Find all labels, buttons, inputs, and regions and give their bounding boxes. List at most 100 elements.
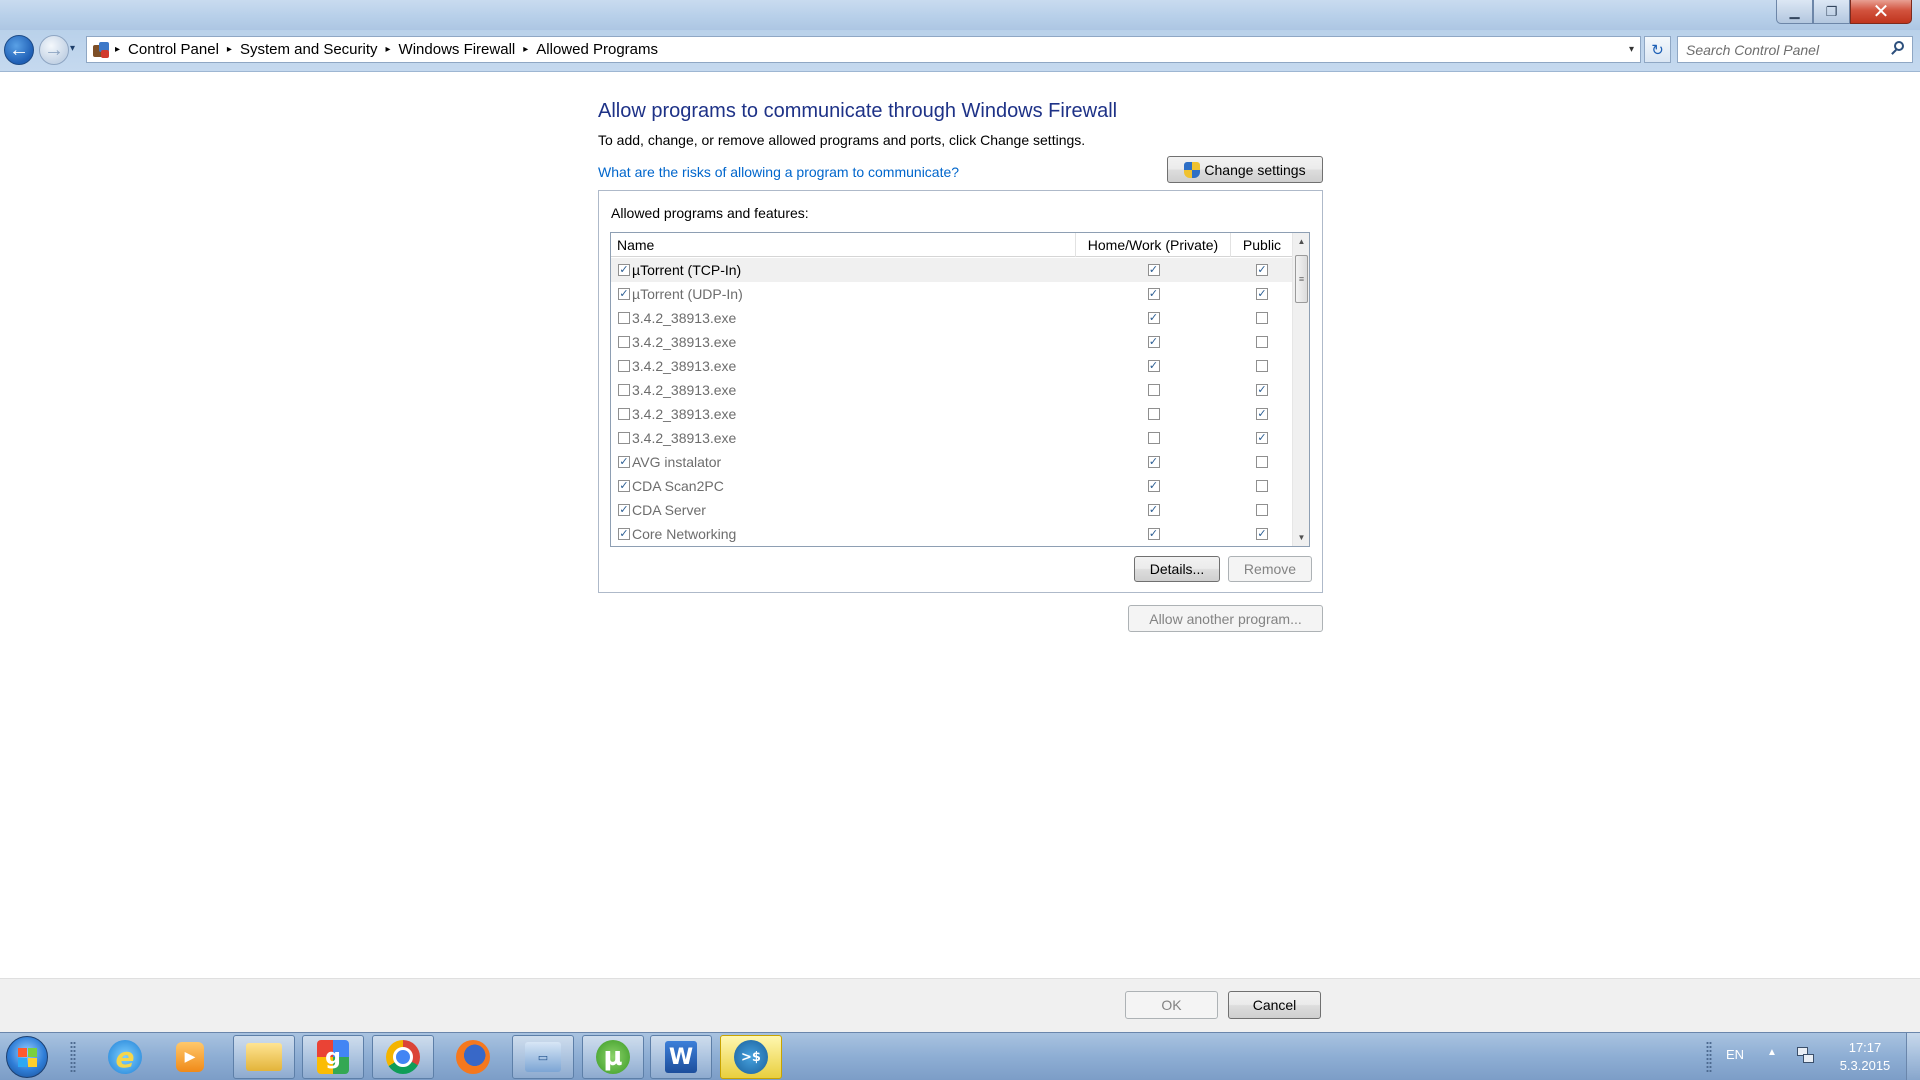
language-indicator[interactable]: EN xyxy=(1726,1047,1744,1062)
public-checkbox[interactable]: ✓ xyxy=(1256,528,1268,540)
home-work-checkbox[interactable]: ✓ xyxy=(1147,456,1160,468)
table-row[interactable]: 3.4.2_38913.exe ✓ xyxy=(611,378,1293,402)
program-enabled-checkbox[interactable]: ✓ xyxy=(618,480,630,492)
table-row[interactable]: ✓ µTorrent (TCP-In) ✓ ✓ xyxy=(611,258,1293,282)
taskbar-powershell-button[interactable]: >$ xyxy=(720,1035,782,1079)
address-bar[interactable]: ▸ Control Panel ▸ System and Security ▸ … xyxy=(86,36,1641,63)
public-checkbox[interactable] xyxy=(1256,480,1268,492)
breadcrumb-system-and-security[interactable]: System and Security xyxy=(240,41,378,58)
program-enabled-checkbox[interactable] xyxy=(618,312,630,324)
refresh-button[interactable]: ↻ xyxy=(1644,36,1671,63)
scroll-up-button[interactable]: ▲ xyxy=(1293,233,1309,250)
public-checkbox[interactable]: ✓ xyxy=(1256,384,1268,396)
breadcrumb-separator[interactable]: ▸ xyxy=(115,44,120,55)
taskbar-file-explorer-button[interactable] xyxy=(233,1035,295,1079)
scroll-thumb[interactable]: ≡ xyxy=(1295,255,1308,303)
breadcrumb-windows-firewall[interactable]: Windows Firewall xyxy=(399,41,516,58)
ok-button[interactable]: OK xyxy=(1125,991,1218,1019)
table-row[interactable]: 3.4.2_38913.exe ✓ xyxy=(611,402,1293,426)
home-work-checkbox[interactable]: ✓ xyxy=(1147,528,1160,540)
column-header-public[interactable]: Public xyxy=(1231,233,1293,257)
program-enabled-checkbox[interactable]: ✓ xyxy=(618,528,630,540)
table-row[interactable]: 3.4.2_38913.exe ✓ xyxy=(611,426,1293,450)
breadcrumb-control-panel[interactable]: Control Panel xyxy=(128,41,219,58)
program-enabled-checkbox[interactable] xyxy=(618,432,630,444)
table-row[interactable]: 3.4.2_38913.exe ✓ xyxy=(611,306,1293,330)
change-settings-button[interactable]: Change settings xyxy=(1167,156,1323,183)
public-checkbox[interactable]: ✓ xyxy=(1256,264,1268,276)
home-work-checkbox[interactable]: ✓ xyxy=(1147,336,1160,348)
taskbar-firefox-button[interactable] xyxy=(442,1035,504,1079)
minimize-button[interactable]: ▁ xyxy=(1776,0,1813,24)
program-enabled-checkbox[interactable]: ✓ xyxy=(618,288,630,300)
breadcrumb-separator[interactable]: ▸ xyxy=(523,44,528,55)
public-checkbox[interactable]: ✓ xyxy=(1256,432,1268,444)
home-work-checkbox[interactable] xyxy=(1147,408,1160,420)
public-checkbox[interactable] xyxy=(1256,312,1268,324)
public-checkbox[interactable]: ✓ xyxy=(1256,288,1268,300)
column-header-name[interactable]: Name xyxy=(611,233,1076,257)
vertical-scrollbar[interactable]: ▲ ≡ ▼ xyxy=(1292,233,1309,546)
clock[interactable]: 17:17 5.3.2015 xyxy=(1828,1039,1902,1075)
taskbar-internet-explorer-button[interactable]: e xyxy=(94,1035,156,1079)
taskbar-word-button[interactable]: W xyxy=(650,1035,712,1079)
allow-another-program-button[interactable]: Allow another program... xyxy=(1128,605,1323,632)
start-button[interactable] xyxy=(6,1036,48,1078)
search-icon[interactable] xyxy=(1890,41,1906,57)
taskbar-chrome-button[interactable] xyxy=(372,1035,434,1079)
recent-pages-dropdown[interactable]: ▾ xyxy=(70,43,75,54)
home-work-checkbox[interactable]: ✓ xyxy=(1147,288,1160,300)
table-row[interactable]: 3.4.2_38913.exe ✓ xyxy=(611,354,1293,378)
program-enabled-checkbox[interactable] xyxy=(618,384,630,396)
network-icon[interactable] xyxy=(1797,1047,1815,1065)
show-desktop-button[interactable] xyxy=(1906,1033,1920,1080)
restore-button[interactable]: ❐ xyxy=(1813,0,1850,24)
close-button[interactable]: ✕ xyxy=(1850,0,1912,24)
public-checkbox[interactable]: ✓ xyxy=(1256,408,1268,420)
home-work-checkbox[interactable]: ✓ xyxy=(1147,360,1160,372)
table-row[interactable]: ✓ AVG instalator ✓ xyxy=(611,450,1293,474)
table-row[interactable]: ✓ CDA Scan2PC ✓ xyxy=(611,474,1293,498)
breadcrumb-separator[interactable]: ▸ xyxy=(227,44,232,55)
scroll-down-button[interactable]: ▼ xyxy=(1293,529,1309,546)
home-work-checkbox[interactable] xyxy=(1147,384,1160,396)
home-work-checkbox[interactable] xyxy=(1147,432,1160,444)
home-work-checkbox[interactable]: ✓ xyxy=(1147,480,1160,492)
taskbar-media-player-button[interactable]: ▶ xyxy=(159,1035,221,1079)
search-box[interactable] xyxy=(1677,36,1913,63)
column-header-home-work[interactable]: Home/Work (Private) xyxy=(1076,233,1231,257)
tray-grip[interactable] xyxy=(1706,1041,1712,1073)
taskbar-remote-desktop-button[interactable]: ▭ xyxy=(512,1035,574,1079)
table-row[interactable]: ✓ Core Networking ✓ ✓ xyxy=(611,522,1293,546)
public-checkbox[interactable] xyxy=(1256,504,1268,516)
search-input[interactable] xyxy=(1678,37,1878,62)
breadcrumb-allowed-programs[interactable]: Allowed Programs xyxy=(536,41,658,58)
table-row[interactable]: ✓ CDA Server ✓ xyxy=(611,498,1293,522)
program-enabled-checkbox[interactable]: ✓ xyxy=(618,504,630,516)
taskbar-utorrent-button[interactable]: µ xyxy=(582,1035,644,1079)
back-button[interactable]: ← xyxy=(4,35,34,65)
program-enabled-checkbox[interactable]: ✓ xyxy=(618,456,630,468)
program-enabled-checkbox[interactable] xyxy=(618,360,630,372)
public-checkbox[interactable] xyxy=(1256,456,1268,468)
breadcrumb-separator[interactable]: ▸ xyxy=(386,44,391,55)
details-button[interactable]: Details... xyxy=(1134,556,1220,582)
public-checkbox[interactable] xyxy=(1256,336,1268,348)
program-enabled-checkbox[interactable] xyxy=(618,408,630,420)
public-checkbox[interactable] xyxy=(1256,360,1268,372)
address-history-dropdown[interactable]: ▾ xyxy=(1629,44,1634,55)
risks-help-link[interactable]: What are the risks of allowing a program… xyxy=(598,164,959,180)
program-enabled-checkbox[interactable] xyxy=(618,336,630,348)
remove-button[interactable]: Remove xyxy=(1228,556,1312,582)
taskbar-google-button[interactable]: g xyxy=(302,1035,364,1079)
forward-button[interactable]: → xyxy=(39,35,69,65)
show-hidden-icons-button[interactable]: ▲ xyxy=(1767,1047,1777,1058)
home-work-checkbox[interactable]: ✓ xyxy=(1147,504,1160,516)
allowed-programs-list[interactable]: Name Home/Work (Private) Public ✓ µTorren… xyxy=(610,232,1310,547)
cancel-button[interactable]: Cancel xyxy=(1228,991,1321,1019)
table-row[interactable]: ✓ µTorrent (UDP-In) ✓ ✓ xyxy=(611,282,1293,306)
taskbar-grip[interactable] xyxy=(70,1041,76,1073)
program-enabled-checkbox[interactable]: ✓ xyxy=(618,264,630,276)
table-row[interactable]: 3.4.2_38913.exe ✓ xyxy=(611,330,1293,354)
home-work-checkbox[interactable]: ✓ xyxy=(1147,264,1160,276)
